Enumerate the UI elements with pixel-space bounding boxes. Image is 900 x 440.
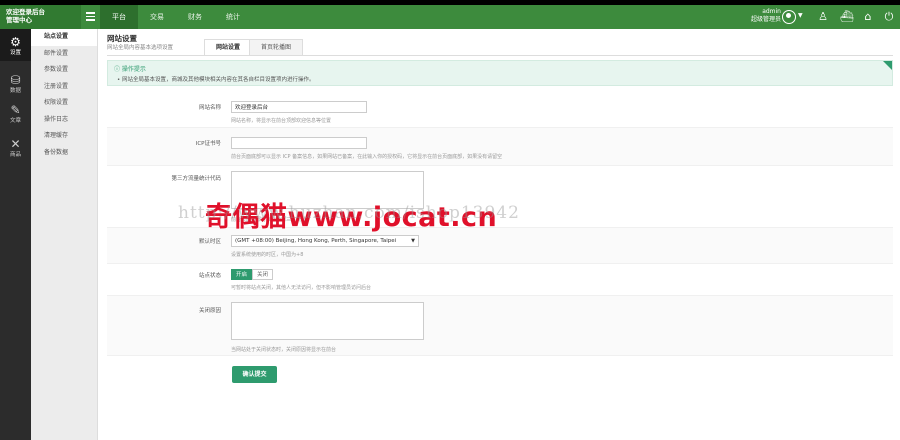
top-nav-finance[interactable]: 财务: [176, 5, 214, 29]
submenu-item-mail[interactable]: 邮件设置: [31, 46, 97, 63]
close-reason-hint: 当网站处于关闭状态时，关闭原因将显示在前台: [231, 347, 337, 353]
pen-icon: ✎: [10, 103, 21, 117]
rail-label: 设置: [9, 50, 21, 56]
site-name-input[interactable]: [231, 101, 367, 113]
rail-item-settings[interactable]: ⚙ 设置: [0, 29, 31, 61]
form-row-site-name: 网站名称 网站名称，将显示在前台顶部欢迎信息等位置: [107, 95, 893, 128]
chevron-down-icon[interactable]: ▼: [798, 12, 803, 19]
rail-item-article[interactable]: ✎ 文章: [0, 103, 31, 125]
status-hint: 可暂时将站点关闭，其他人无法访问，但不影响管理员访问后台: [231, 285, 372, 291]
status-off-button[interactable]: 关闭: [252, 269, 274, 280]
sub-menu: 站点设置 邮件设置 参数设置 注册设置 权限设置 操作日志 清理缓存 备份数据: [31, 29, 98, 440]
watermark: http://www.huzhan.com/ishop13942 奇偶猫www.…: [178, 195, 519, 234]
submenu-item-site[interactable]: 站点设置: [31, 29, 97, 46]
app-frame: 欢迎登录后台 管理中心 平台 交易 财务 统计 admin 超级管理员 ▼ ♙ …: [0, 5, 900, 440]
tab-home-carousel[interactable]: 首页轮播图: [249, 39, 304, 55]
submenu-item-permission[interactable]: 权限设置: [31, 95, 97, 112]
chevron-down-icon: ▼: [411, 238, 415, 244]
top-bar: 欢迎登录后台 管理中心 平台 交易 财务 统计 admin 超级管理员 ▼ ♙ …: [0, 5, 900, 29]
tip-box: ⓘ 操作提示 • 网站全局基本设置，商城及其他模块相关内容在其各自栏目设置项内进…: [107, 60, 893, 86]
timezone-label: 默认时区: [198, 239, 221, 245]
brand: 欢迎登录后台 管理中心: [0, 5, 81, 29]
gear-icon: ⚙: [10, 35, 21, 49]
top-nav: 平台 交易 财务 统计: [100, 5, 252, 29]
user-name: admin: [762, 8, 781, 15]
tip-text: • 网站全局基本设置，商城及其他模块相关内容在其各自栏目设置项内进行操作。: [117, 77, 315, 83]
status-toggle: 开启 关闭: [231, 269, 274, 280]
top-nav-trade[interactable]: 交易: [138, 5, 176, 29]
top-nav-platform[interactable]: 平台: [100, 5, 138, 29]
main-content: 网站设置 网站全局内容基本选项设置 网站设置 首页轮播图 ⓘ 操作提示 • 网站…: [99, 29, 900, 440]
tools-icon: ✕: [10, 137, 21, 151]
stats-code-label: 第三方流量统计代码: [171, 176, 221, 182]
brand-subtitle: 管理中心: [6, 16, 32, 24]
icp-label: ICP证书号: [195, 141, 221, 147]
site-name-hint: 网站名称，将显示在前台顶部欢迎信息等位置: [231, 118, 332, 124]
submenu-item-cache[interactable]: 清理缓存: [31, 128, 97, 145]
submenu-item-log[interactable]: 操作日志: [31, 112, 97, 129]
rail-item-goods[interactable]: ✕ 商品: [0, 137, 31, 159]
close-reason-label: 关闭原因: [198, 308, 221, 314]
timezone-value: (GMT +08:00) Beijing, Hong Kong, Perth, …: [235, 238, 397, 244]
ship-icon[interactable]: ⛴: [840, 10, 854, 24]
timezone-select[interactable]: (GMT +08:00) Beijing, Hong Kong, Perth, …: [231, 235, 419, 247]
power-icon[interactable]: ⏻: [882, 10, 896, 24]
brand-title: 欢迎登录后台: [6, 8, 45, 16]
icp-hint: 前台页面底部可以显示 ICP 备案信息，如果网站已备案，在此输入你的授权码，它将…: [231, 154, 503, 160]
icp-input[interactable]: [231, 137, 367, 149]
submenu-item-register[interactable]: 注册设置: [31, 79, 97, 96]
close-reason-textarea[interactable]: [231, 302, 424, 340]
user-info[interactable]: admin 超级管理员: [745, 8, 781, 24]
icon-rail: ⚙ 设置 ⛁ 数据 ✎ 文章 ✕ 商品: [0, 29, 31, 440]
watermark-url: http://www.huzhan.com/ishop13942: [178, 203, 520, 223]
rail-label: 文章: [9, 118, 21, 124]
form-row-close-reason: 关闭原因 当网站处于关闭状态时，关闭原因将显示在前台: [107, 296, 893, 356]
status-label: 站点状态: [198, 273, 221, 279]
user-role: 超级管理员: [750, 16, 781, 23]
rail-item-data[interactable]: ⛁ 数据: [0, 73, 31, 95]
menu-toggle-icon[interactable]: [86, 12, 95, 22]
submit-button[interactable]: 确认提交: [232, 366, 277, 383]
user-manage-icon[interactable]: ♙: [816, 10, 830, 24]
home-icon[interactable]: ⌂: [861, 10, 875, 24]
avatar[interactable]: [782, 10, 796, 24]
site-name-label: 网站名称: [198, 105, 221, 111]
timezone-hint: 设置系统使用的时区，中国为+8: [231, 252, 304, 258]
rail-label: 商品: [9, 152, 21, 158]
tip-title: ⓘ 操作提示: [114, 66, 146, 73]
form-row-icp: ICP证书号 前台页面底部可以显示 ICP 备案信息，如果网站已备案，在此输入你…: [107, 128, 893, 166]
rail-label: 数据: [9, 88, 21, 94]
database-icon: ⛁: [10, 73, 21, 87]
top-nav-stats[interactable]: 统计: [214, 5, 252, 29]
status-on-button[interactable]: 开启: [231, 269, 253, 280]
submenu-item-backup[interactable]: 备份数据: [31, 145, 97, 162]
collapse-corner-icon[interactable]: [883, 61, 892, 70]
tab-site-settings[interactable]: 网站设置: [204, 39, 253, 55]
tab-divider: [107, 55, 893, 56]
form-row-status: 站点状态 开启 关闭 可暂时将站点关闭，其他人无法访问，但不影响管理员访问后台: [107, 264, 893, 296]
tip-title-text: 操作提示: [121, 66, 146, 73]
submenu-item-params[interactable]: 参数设置: [31, 62, 97, 79]
page-subtitle: 网站全局内容基本选项设置: [107, 45, 174, 51]
